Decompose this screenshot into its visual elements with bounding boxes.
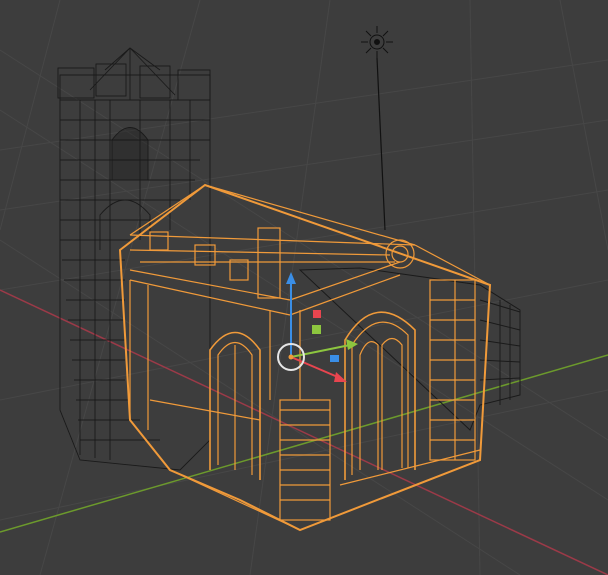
gizmo-z-arrow[interactable]: [286, 272, 296, 284]
gizmo-plane-xy[interactable]: [330, 355, 339, 362]
chapel-hall-wireframe[interactable]: [118, 183, 492, 532]
gizmo-plane-xz[interactable]: [313, 310, 321, 318]
sun-lamp-icon[interactable]: [361, 26, 393, 231]
gizmo-plane-yz[interactable]: [312, 325, 321, 334]
transform-gizmo-icon[interactable]: [277, 272, 358, 382]
floor-grid: [0, 0, 608, 575]
x-axis-line: [0, 289, 608, 575]
origin-point-icon: [288, 354, 294, 360]
3d-viewport[interactable]: [0, 0, 608, 575]
